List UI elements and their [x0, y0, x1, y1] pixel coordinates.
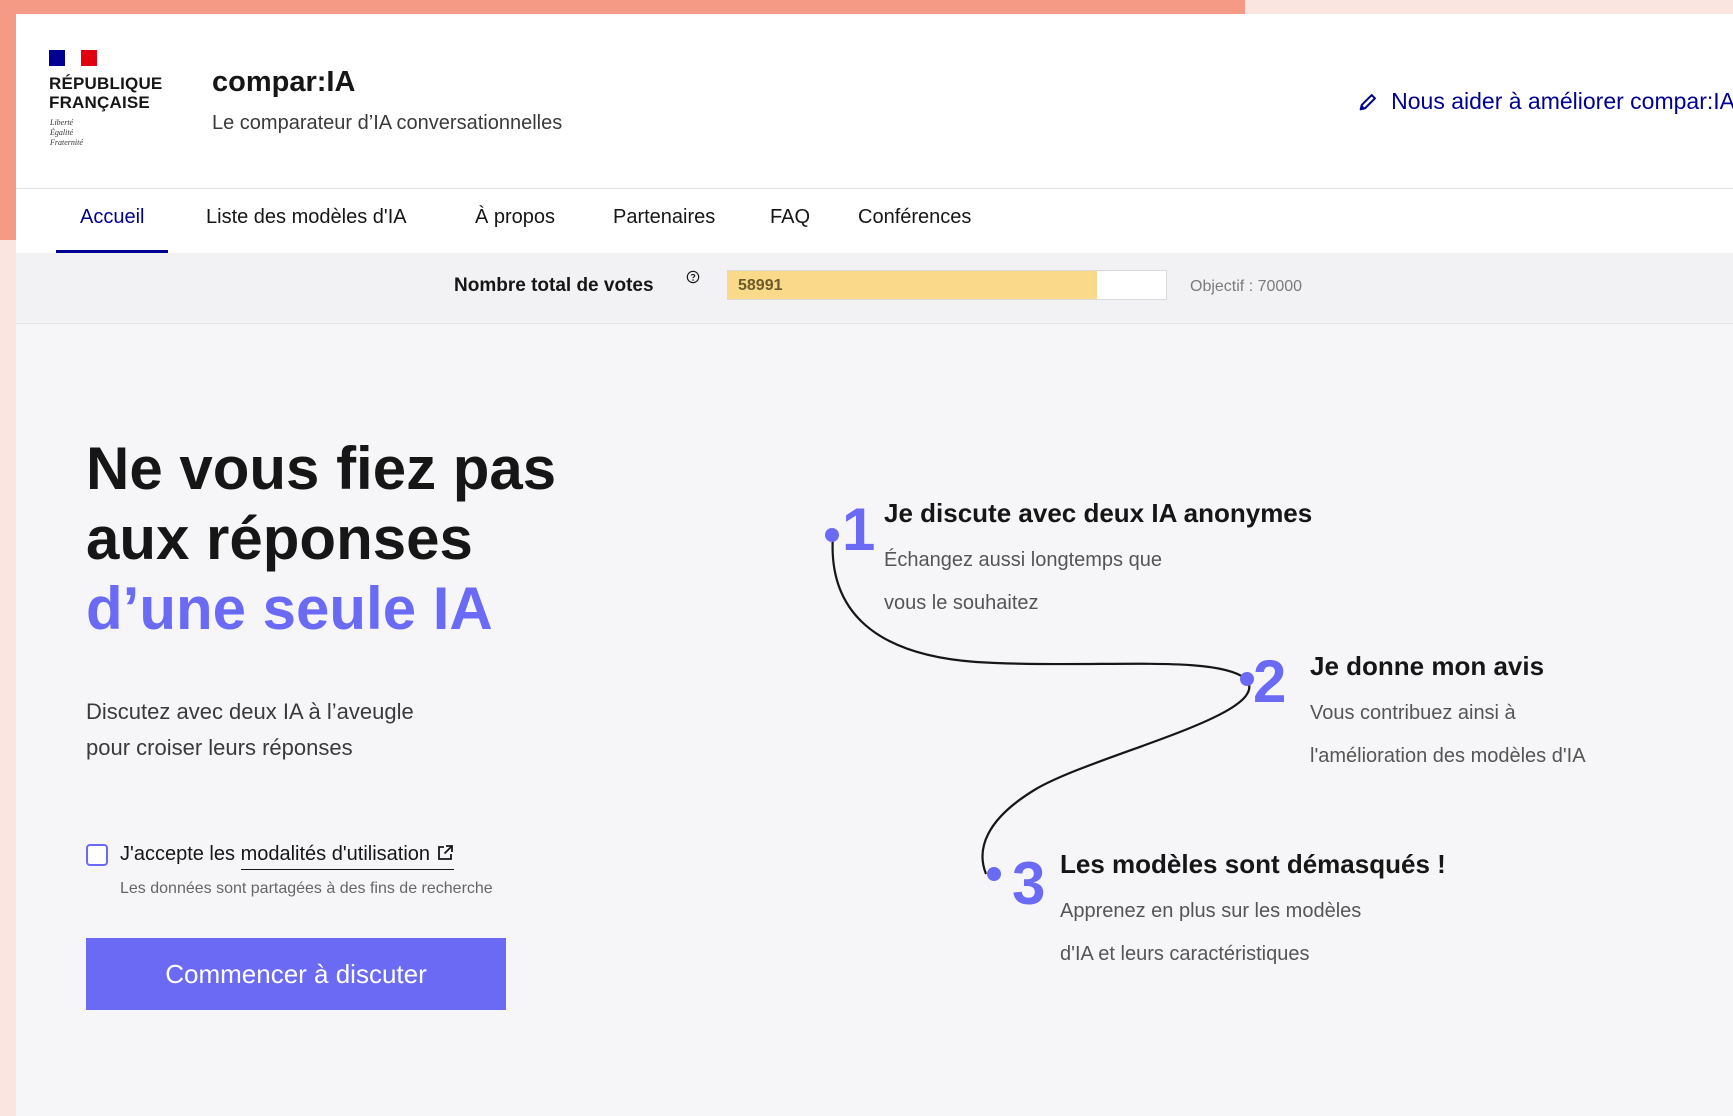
step-2-number: 2 — [1253, 648, 1287, 715]
site-header: RÉPUBLIQUE FRANÇAISE Liberté Égalité Fra… — [16, 14, 1733, 189]
nav-item-accueil[interactable]: Accueil — [55, 189, 170, 253]
terms-checkbox[interactable] — [86, 844, 108, 866]
votes-objective: Objectif : 70000 — [1190, 278, 1303, 295]
nav-item-faq[interactable]: FAQ — [770, 189, 810, 253]
hero-subtitle-line-1: Discutez avec deux IA à l’aveugle — [86, 699, 414, 724]
republique-line-1: RÉPUBLIQUE — [49, 74, 163, 93]
help-improve-link[interactable]: Nous aider à améliorer compar:IA — [1357, 88, 1733, 115]
hero-title-accent: d’une seule IA — [86, 575, 493, 642]
brand-tagline: Le comparateur d’IA conversationnelles — [212, 112, 563, 134]
votes-progress-bar: 58991 — [727, 270, 1167, 300]
devise-line-2: Égalité — [50, 128, 74, 137]
hero-subtitle-line-2: pour croiser leurs réponses — [86, 735, 353, 760]
devise-line-3: Fraternité — [50, 138, 83, 147]
main-nav: Accueil Liste des modèles d'IA À propos … — [16, 189, 1733, 253]
decorative-band-top — [0, 0, 1245, 14]
nav-item-liste-modeles[interactable]: Liste des modèles d'IA — [206, 189, 407, 253]
step-2-desc-line-1: Vous contribuez ainsi à — [1310, 702, 1516, 724]
step-2-title: Je donne mon avis — [1310, 651, 1545, 681]
app-screen: RÉPUBLIQUE FRANÇAISE Liberté Égalité Fra… — [16, 14, 1733, 1116]
nav-item-conferences[interactable]: Conférences — [858, 189, 971, 253]
step-1-number: 1 — [842, 496, 876, 563]
brand-name[interactable]: compar:IA — [212, 66, 355, 99]
step-3-number: 3 — [1012, 850, 1046, 917]
hero-title-line-1: Ne vous fiez pas — [86, 435, 557, 502]
hero-title: Ne vous fiez pas aux réponses d’une seul… — [86, 434, 556, 644]
nav-item-a-propos[interactable]: À propos — [475, 189, 555, 253]
start-chat-button[interactable]: Commencer à discuter — [86, 938, 506, 1010]
step-2-desc: Vous contribuez ainsi à l'amélioration d… — [1310, 692, 1586, 778]
help-improve-label: Nous aider à améliorer compar:IA — [1391, 88, 1733, 114]
votes-count: 58991 — [738, 277, 783, 294]
step-1-title: Je discute avec deux IA anonymes — [884, 498, 1313, 528]
republique-francaise-logo: RÉPUBLIQUE FRANÇAISE — [49, 74, 162, 112]
marianne-flag-icon — [49, 50, 97, 66]
republique-line-2: FRANÇAISE — [49, 93, 150, 112]
terms-consent-prefix: J'accepte les — [120, 843, 235, 865]
hero-subtitle: Discutez avec deux IA à l’aveugle pour c… — [86, 694, 506, 766]
step-3-desc: Apprenez en plus sur les modèles d'IA et… — [1060, 890, 1361, 976]
step-3-desc-line-2: d'IA et leurs caractéristiques — [1060, 943, 1310, 965]
step-3-title: Les modèles sont démasqués ! — [1060, 849, 1446, 879]
pencil-icon — [1359, 93, 1377, 110]
step-1-desc: Échangez aussi longtemps que vous le sou… — [884, 539, 1162, 625]
devise: Liberté Égalité Fraternité — [50, 118, 83, 148]
terms-consent: J'accepte les modalités d'utilisation — [120, 843, 455, 870]
terms-link-label: modalités d'utilisation — [240, 843, 431, 865]
hero-title-line-2: aux réponses — [86, 505, 473, 572]
votes-label: Nombre total de votes — [454, 275, 654, 296]
terms-hint: Les données sont partagées à des fins de… — [120, 880, 493, 897]
step-1-desc-line-2: vous le souhaitez — [884, 592, 1039, 614]
decorative-band-left — [0, 0, 16, 240]
step-1-desc-line-1: Échangez aussi longtemps que — [884, 549, 1162, 571]
votes-counter-bar: Nombre total de votes 58991 Objectif : 7… — [16, 253, 1733, 324]
step-2-desc-line-2: l'amélioration des modèles d'IA — [1310, 745, 1586, 767]
devise-line-1: Liberté — [50, 118, 74, 127]
external-link-icon — [438, 845, 453, 860]
terms-link[interactable]: modalités d'utilisation — [240, 843, 455, 870]
votes-progress-fill — [728, 271, 1098, 299]
question-circle-icon[interactable] — [686, 270, 700, 284]
nav-item-partenaires[interactable]: Partenaires — [613, 189, 715, 253]
step-3-desc-line-1: Apprenez en plus sur les modèles — [1060, 900, 1362, 922]
